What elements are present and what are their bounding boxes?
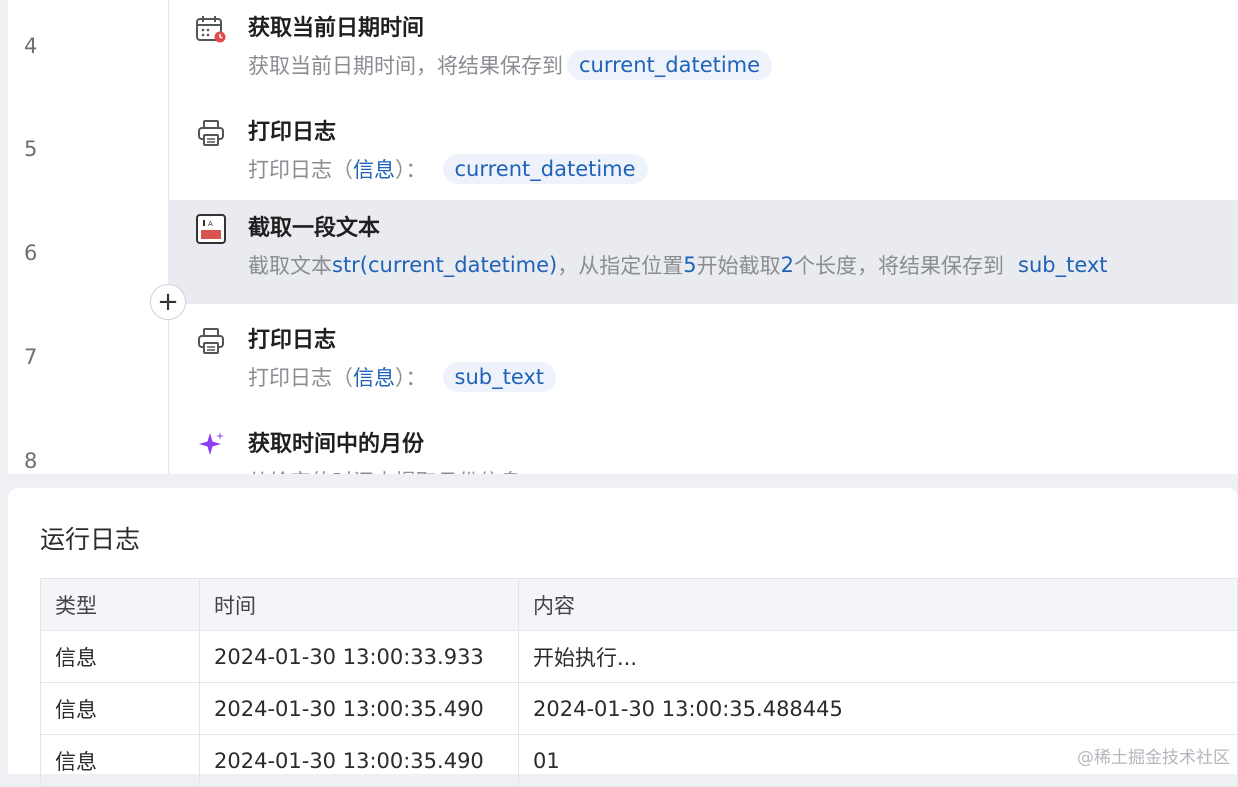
flow-step-get-datetime[interactable]: 获取当前日期时间 获取当前日期时间，将结果保存到 current_datetim… (168, 0, 1238, 104)
log-panel-title: 运行日志 (40, 525, 141, 554)
column-header-content: 内容 (518, 578, 1238, 631)
line-number: 7 (24, 345, 38, 369)
step-desc-text: 从给定的时间中提取月份信息 (248, 466, 521, 474)
step-title: 获取时间中的月份 (248, 432, 425, 457)
printer-icon (194, 324, 228, 358)
step-description: 打印日志（ 信息 ）： current_datetime (248, 154, 648, 184)
step-description: 获取当前日期时间，将结果保存到 current_datetime (248, 50, 773, 80)
start-position-value[interactable]: 5 (683, 253, 696, 277)
table-row[interactable]: 信息 2024-01-30 13:00:35.490 01 (40, 734, 1238, 787)
flow-step-print-log-2[interactable]: 打印日志 打印日志（ 信息 ）： sub_text (168, 312, 1238, 416)
line-number: 5 (24, 137, 38, 161)
log-level-link[interactable]: 信息 (353, 362, 395, 392)
variable-chip[interactable]: current_datetime (442, 154, 648, 184)
step-desc-text: 截取文本 (248, 254, 332, 278)
table-row[interactable]: 信息 2024-01-30 13:00:35.490 2024-01-30 13… (40, 682, 1238, 735)
step-desc-text: ）： (395, 366, 427, 390)
step-desc-text: ，从指定位置 (557, 254, 684, 278)
step-desc-text: 打印日志（ (248, 366, 353, 390)
line-number: 6 (24, 241, 38, 265)
step-description: 截取文本 str(current_datetime) ，从指定位置 5 开始截取… (248, 250, 1108, 280)
log-time-cell: 2024-01-30 13:00:35.490 (199, 734, 519, 787)
calendar-icon (194, 12, 228, 46)
log-content-cell: 2024-01-30 13:00:35.488445 (518, 682, 1238, 735)
step-desc-text: 开始截取 (696, 254, 781, 278)
step-title: 获取当前日期时间 (248, 16, 425, 41)
table-header-row: 类型 时间 内容 (40, 578, 1238, 631)
add-step-button[interactable]: + (150, 284, 186, 320)
log-content-cell: 开始执行... (518, 630, 1238, 683)
step-description: 从给定的时间中提取月份信息 (248, 466, 521, 474)
sparkle-icon (194, 428, 228, 462)
log-type-cell: 信息 (40, 734, 200, 787)
step-title: 打印日志 (248, 120, 337, 145)
line-number: 4 (24, 34, 38, 58)
variable-chip[interactable]: sub_text (442, 362, 557, 392)
line-gutter: 4 5 6 7 8 (8, 0, 169, 474)
expression-link[interactable]: str(current_datetime) (332, 253, 557, 277)
variable-chip[interactable]: sub_text (1018, 253, 1108, 277)
printer-icon (194, 116, 228, 150)
flow-step-get-month[interactable]: 获取时间中的月份 从给定的时间中提取月份信息 (168, 416, 1238, 474)
step-desc-text: 打印日志（ (248, 158, 353, 182)
flow-step-substring[interactable]: A 截取一段文本 截取文本 str(current_datetime) ，从指定… (168, 200, 1238, 304)
length-value[interactable]: 2 (781, 253, 794, 277)
log-time-cell: 2024-01-30 13:00:35.490 (199, 682, 519, 735)
log-time-cell: 2024-01-30 13:00:33.933 (199, 630, 519, 683)
flow-editor: 4 5 6 7 8 获取当前日期时间 获取当前日期时间，将结果保存到 curre… (8, 0, 1238, 474)
log-type-cell: 信息 (40, 630, 200, 683)
svg-text:A: A (208, 220, 213, 228)
watermark: @稀土掘金技术社区 (1077, 748, 1230, 768)
column-header-time: 时间 (199, 578, 519, 631)
run-log-panel: 运行日志 类型 时间 内容 信息 2024-01-30 13:00:33.933… (8, 488, 1238, 787)
log-type-cell: 信息 (40, 682, 200, 735)
step-title: 截取一段文本 (248, 216, 381, 241)
flow-step-print-log[interactable]: 打印日志 打印日志（ 信息 ）： current_datetime (168, 104, 1238, 208)
column-header-type: 类型 (40, 578, 200, 631)
text-cut-icon: A (194, 212, 228, 246)
step-title: 打印日志 (248, 328, 337, 353)
step-desc-text: 获取当前日期时间，将结果保存到 (248, 54, 563, 78)
step-desc-text: 个长度，将结果保存到 (794, 254, 1004, 278)
table-row[interactable]: 信息 2024-01-30 13:00:33.933 开始执行... (40, 630, 1238, 683)
line-number: 8 (24, 449, 38, 473)
step-description: 打印日志（ 信息 ）： sub_text (248, 362, 557, 392)
log-table: 类型 时间 内容 信息 2024-01-30 13:00:33.933 开始执行… (40, 578, 1238, 787)
variable-chip[interactable]: current_datetime (567, 50, 773, 80)
log-level-link[interactable]: 信息 (353, 154, 395, 184)
step-desc-text: ）： (395, 158, 427, 182)
